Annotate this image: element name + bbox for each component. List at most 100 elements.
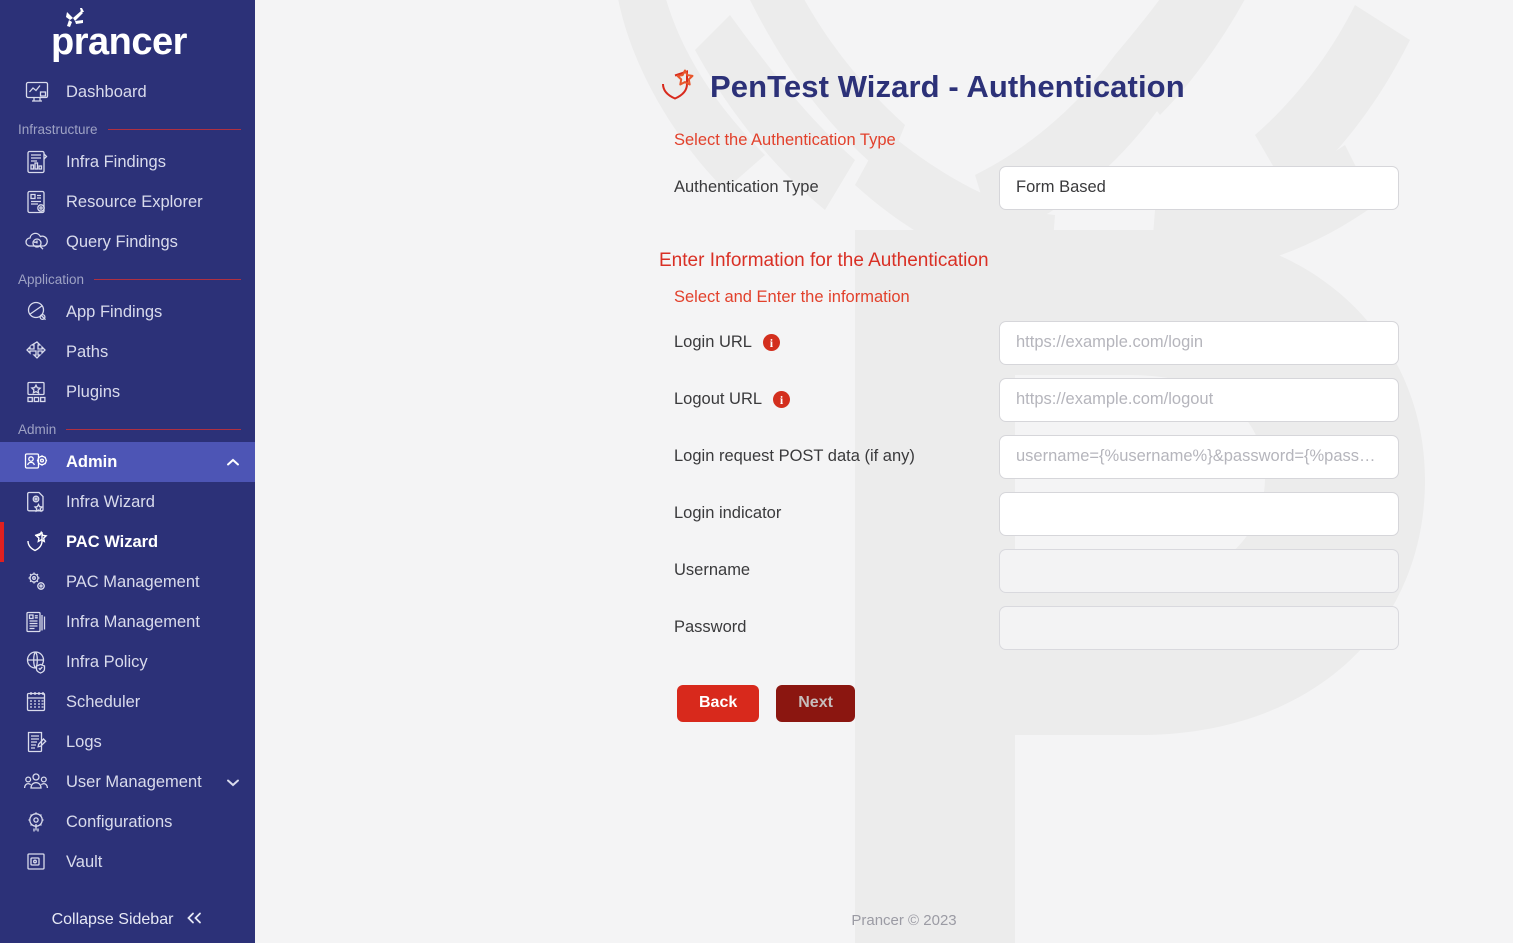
sidebar-item-infra-policy[interactable]: Infra Policy xyxy=(0,642,255,682)
gear-hand-icon xyxy=(22,809,52,835)
sidebar-item-label: Resource Explorer xyxy=(66,192,203,211)
info-icon[interactable]: i xyxy=(773,391,791,409)
section-divider xyxy=(94,278,241,280)
document-gear-star-icon xyxy=(22,489,52,515)
documents-icon xyxy=(22,609,52,635)
login-url-input[interactable]: https://example.com/login xyxy=(999,320,1399,365)
auth-type-label-text: Authentication Type xyxy=(674,178,819,197)
sidebar-section-infrastructure: Infrastructure xyxy=(0,112,255,142)
sidebar-item-pac-wizard[interactable]: PAC Wizard xyxy=(0,522,255,562)
sidebar-item-label: Infra Wizard xyxy=(66,492,155,511)
login-url-label-text: Login URL xyxy=(674,333,752,352)
dashboard-monitor-icon xyxy=(22,79,52,105)
calendar-icon xyxy=(22,689,52,715)
sidebar-item-logs[interactable]: Logs xyxy=(0,722,255,762)
svg-text:prancer: prancer xyxy=(51,21,188,63)
auth-type-row: Authentication Type Form Based xyxy=(674,165,1513,210)
info-icon[interactable]: i xyxy=(762,334,780,352)
username-input[interactable] xyxy=(999,548,1399,593)
username-row: Username xyxy=(674,548,1513,593)
footer-copyright: Prancer © 2023 xyxy=(851,912,957,929)
chevron-up-icon[interactable] xyxy=(225,458,241,467)
login-post-data-row: Login request POST data (if any) usernam… xyxy=(674,434,1513,479)
login-indicator-label-text: Login indicator xyxy=(674,504,782,523)
section-label: Application xyxy=(18,271,85,287)
section-select-auth-type: Select the Authentication Type xyxy=(674,130,896,149)
wizard-button-row: Back Next xyxy=(677,684,1513,722)
sidebar-item-label: Logs xyxy=(66,732,102,751)
password-input[interactable] xyxy=(999,605,1399,650)
password-label: Password xyxy=(674,618,999,637)
sidebar-section-admin: Admin xyxy=(0,412,255,442)
sidebar-item-label: Infra Findings xyxy=(66,152,166,171)
sidebar-item-app-findings[interactable]: App Findings xyxy=(0,292,255,332)
sidebar-item-label: Vault xyxy=(66,852,103,871)
auth-type-label: Authentication Type xyxy=(674,178,999,197)
sidebar-item-label: App Findings xyxy=(66,302,163,321)
sidebar-item-infra-wizard[interactable]: Infra Wizard xyxy=(0,482,255,522)
logout-url-placeholder: https://example.com/logout xyxy=(1016,390,1214,409)
main-content: PenTest Wizard - Authentication Select t… xyxy=(255,0,1513,943)
chevron-down-icon[interactable] xyxy=(225,778,241,787)
logout-url-row: Logout URL i https://example.com/logout xyxy=(674,377,1513,422)
document-pencil-icon xyxy=(22,729,52,755)
document-chart-icon xyxy=(22,149,52,175)
sidebar-nav: Dashboard Infrastructure Infra Findings xyxy=(0,72,255,897)
sidebar-item-label: Infra Management xyxy=(66,612,200,631)
login-url-placeholder: https://example.com/login xyxy=(1016,333,1204,352)
login-post-data-label: Login request POST data (if any) xyxy=(674,447,999,466)
cloud-search-icon xyxy=(22,229,52,255)
sidebar-item-configurations[interactable]: Configurations xyxy=(0,802,255,842)
auth-type-select[interactable]: Form Based xyxy=(999,165,1399,210)
section-divider xyxy=(66,428,241,430)
login-post-data-label-text: Login request POST data (if any) xyxy=(674,447,915,466)
sidebar-item-label: Configurations xyxy=(66,812,173,831)
brand-logo[interactable]: prancer xyxy=(0,0,255,72)
sidebar-item-dashboard[interactable]: Dashboard xyxy=(0,72,255,112)
sidebar-item-plugins[interactable]: Plugins xyxy=(0,372,255,412)
app-root: prancer Dashboard Infrastructure Infra F… xyxy=(0,0,1513,943)
user-gear-icon xyxy=(22,449,52,475)
login-url-row: Login URL i https://example.com/login xyxy=(674,320,1513,365)
shield-star-icon xyxy=(22,529,52,555)
sidebar-item-admin[interactable]: Admin xyxy=(0,442,255,482)
sidebar-item-infra-findings[interactable]: Infra Findings xyxy=(0,142,255,182)
sidebar-item-paths[interactable]: Paths xyxy=(0,332,255,372)
login-indicator-row: Login indicator xyxy=(674,491,1513,536)
logout-url-label-text: Logout URL xyxy=(674,390,763,409)
section-select-and-enter: Select and Enter the information xyxy=(674,287,910,306)
sidebar-item-pac-management[interactable]: PAC Management xyxy=(0,562,255,602)
sidebar-item-label: PAC Management xyxy=(66,572,200,591)
username-label-text: Username xyxy=(674,561,751,580)
paths-arrows-icon xyxy=(22,339,52,365)
section-label: Admin xyxy=(18,421,57,437)
sidebar-item-label: Query Findings xyxy=(66,232,178,251)
sidebar-item-resource-explorer[interactable]: Resource Explorer xyxy=(0,182,255,222)
login-post-data-input[interactable]: username={%username%}&password={%passw… xyxy=(999,434,1399,479)
sidebar-section-application: Application xyxy=(0,262,255,292)
sidebar-item-label: Paths xyxy=(66,342,109,361)
login-indicator-input[interactable] xyxy=(999,491,1399,536)
prancer-deer-logo: prancer xyxy=(51,8,188,63)
page-title-text: PenTest Wizard - Authentication xyxy=(710,68,1185,104)
sidebar-item-label: Plugins xyxy=(66,382,121,401)
sidebar-item-label: Scheduler xyxy=(66,692,141,711)
username-label: Username xyxy=(674,561,999,580)
sidebar-item-query-findings[interactable]: Query Findings xyxy=(0,222,255,262)
sidebar-item-scheduler[interactable]: Scheduler xyxy=(0,682,255,722)
sidebar-item-infra-management[interactable]: Infra Management xyxy=(0,602,255,642)
sidebar-item-user-management[interactable]: User Management xyxy=(0,762,255,802)
login-url-label: Login URL i xyxy=(674,333,999,352)
sidebar-item-label: PAC Wizard xyxy=(66,532,159,551)
auth-type-value: Form Based xyxy=(1016,178,1106,197)
section-enter-information: Enter Information for the Authentication xyxy=(659,249,989,271)
sidebar-item-label: User Management xyxy=(66,772,202,791)
password-label-text: Password xyxy=(674,618,747,637)
vault-door-icon xyxy=(22,849,52,875)
users-group-icon xyxy=(22,769,52,795)
collapse-sidebar-button[interactable]: Collapse Sidebar xyxy=(0,897,255,943)
back-button[interactable]: Back xyxy=(677,684,760,722)
sidebar-item-vault[interactable]: Vault xyxy=(0,842,255,882)
logout-url-input[interactable]: https://example.com/logout xyxy=(999,377,1399,422)
section-divider xyxy=(107,128,241,130)
